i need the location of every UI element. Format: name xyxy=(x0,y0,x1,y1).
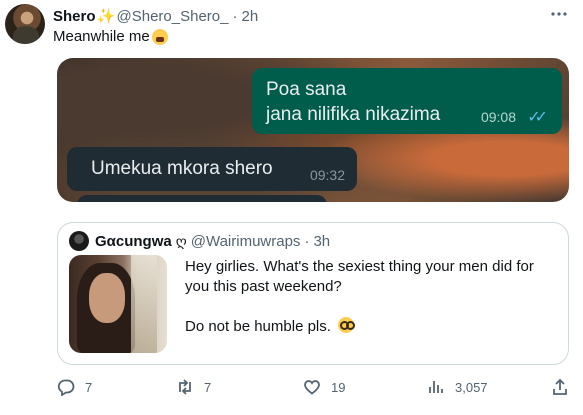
thumbnail-face xyxy=(89,273,125,323)
quoted-text-p2-row: Do not be humble pls. xyxy=(185,317,555,337)
outgoing-chat-bubble: Poa sana jana nilifika nikazima 09:08 ✓✓ xyxy=(252,68,562,134)
nerd-face-emoji-icon xyxy=(338,317,356,333)
display-name[interactable]: Shero xyxy=(53,8,96,25)
retweet-icon xyxy=(179,379,191,395)
share-button[interactable] xyxy=(551,376,569,398)
handle[interactable]: @Shero_Shero_ xyxy=(117,8,229,25)
quoted-tweet[interactable]: Gαcungwa ღ @Wairimuwraps · 3h Hey girlie… xyxy=(57,222,569,365)
tweet-media-image[interactable]: Poa sana jana nilifika nikazima 09:08 ✓✓… xyxy=(57,58,569,202)
timestamp[interactable]: 2h xyxy=(241,8,258,25)
more-icon[interactable] xyxy=(549,4,569,24)
quoted-text-p1: Hey girlies. What's the sexiest thing yo… xyxy=(185,258,534,295)
quoted-separator-dot: · xyxy=(304,232,310,250)
action-bar: 7 7 19 3,057 xyxy=(57,376,569,398)
retweet-button[interactable]: 7 xyxy=(176,376,211,398)
avatar[interactable] xyxy=(5,4,45,44)
quoted-display-name: Gαcungwa xyxy=(95,232,172,250)
quoted-text: Hey girlies. What's the sexiest thing yo… xyxy=(185,257,555,337)
quoted-name-symbol: ღ xyxy=(175,232,187,249)
quoted-timestamp: 3h xyxy=(313,232,331,250)
share-icon xyxy=(553,378,567,395)
incoming-chat-bubble: Umekua mkora shero 09:32 xyxy=(67,147,357,191)
reply-count: 7 xyxy=(85,379,93,395)
quoted-avatar[interactable] xyxy=(69,231,89,251)
thumbnail-glass xyxy=(131,255,157,353)
outgoing-time: 09:08 xyxy=(480,109,516,125)
quoted-header: Gαcungwa ღ @Wairimuwraps · 3h xyxy=(95,231,330,251)
separator-dot: · xyxy=(232,7,238,25)
tweet-text-content: Meanwhile me xyxy=(53,28,150,45)
like-button[interactable]: 19 xyxy=(303,376,345,398)
read-ticks-icon: ✓✓ xyxy=(527,109,548,126)
incoming-time: 09:32 xyxy=(309,167,345,183)
reply-icon xyxy=(57,379,75,396)
quoted-text-p2: Do not be humble pls. xyxy=(185,318,331,335)
tweet-text: Meanwhile me xyxy=(53,27,168,47)
incoming-chat-bubble-partial xyxy=(77,195,327,202)
tweet-header: Shero ✨ @Shero_Shero_ · 2h xyxy=(53,6,258,26)
heart-icon xyxy=(304,380,320,395)
retweet-count: 7 xyxy=(204,379,212,395)
reply-button[interactable]: 7 xyxy=(57,376,92,398)
outgoing-line-1: Poa sana xyxy=(266,79,347,100)
like-count: 19 xyxy=(331,379,346,395)
views-chart-icon xyxy=(429,381,443,393)
tired-face-emoji-icon xyxy=(151,29,168,45)
tweet[interactable]: Shero ✨ @Shero_Shero_ · 2h Meanwhile me … xyxy=(0,0,583,415)
sparkles-emoji: ✨ xyxy=(96,8,116,25)
views-button[interactable]: 3,057 xyxy=(427,376,488,398)
views-count: 3,057 xyxy=(455,379,488,395)
quoted-media-thumbnail xyxy=(69,255,167,353)
quoted-handle: @Wairimuwraps xyxy=(190,232,301,250)
incoming-text: Umekua mkora shero xyxy=(91,158,273,179)
